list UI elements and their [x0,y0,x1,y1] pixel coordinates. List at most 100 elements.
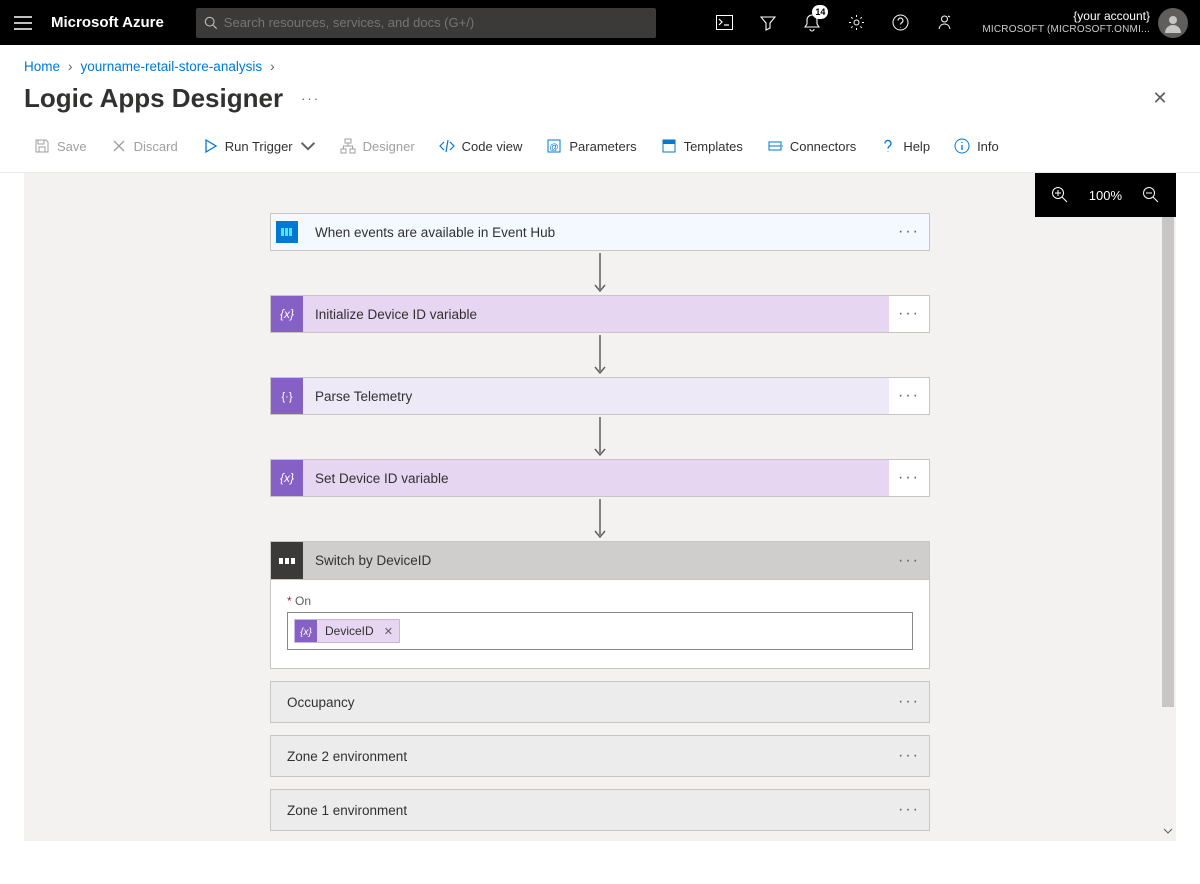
switch-header[interactable]: Switch by DeviceID [271,542,929,580]
variable-token[interactable]: {x} DeviceID ✕ [294,619,400,643]
on-input[interactable]: {x} DeviceID ✕ [287,612,913,650]
case-title: Zone 1 environment [271,803,889,818]
case-occupancy[interactable]: Occupancy [270,681,930,723]
token-remove-button[interactable]: ✕ [382,625,399,638]
switch-icon [271,542,303,579]
step-title: Switch by DeviceID [303,542,889,579]
step-more-button[interactable] [889,693,929,711]
svg-text:@: @ [550,142,559,152]
connector-arrow [270,415,930,459]
zoom-in-button[interactable] [1051,186,1069,204]
settings-icon[interactable] [834,0,878,45]
case-zone1[interactable]: Zone 1 environment [270,789,930,831]
help-icon[interactable] [878,0,922,45]
info-button[interactable]: Info [944,132,1009,160]
zoom-out-button[interactable] [1142,186,1160,204]
connectors-button[interactable]: Connectors [757,132,866,160]
code-view-button[interactable]: Code view [429,132,533,160]
top-icons: 14 {your account} MICROSOFT (MICROSOFT.O… [702,0,1200,45]
vertical-scrollbar[interactable] [1159,217,1176,841]
step-more-button[interactable] [889,542,929,579]
switch-body: * On {x} DeviceID ✕ [271,580,929,668]
breadcrumb-home[interactable]: Home [24,59,60,74]
step-more-button[interactable] [889,214,929,250]
connector-arrow [270,497,930,541]
connectors-icon [767,138,783,154]
help-icon [880,138,896,154]
step-title: Initialize Device ID variable [303,296,889,332]
step-more-button[interactable] [889,378,929,414]
case-zone2[interactable]: Zone 2 environment [270,735,930,777]
parse-telemetry-step[interactable]: {·} Parse Telemetry [270,377,930,415]
svg-text:{x}: {x} [280,307,294,321]
scroll-down-icon[interactable] [1159,822,1176,839]
run-trigger-button[interactable]: Run Trigger [192,132,326,160]
step-more-button[interactable] [889,747,929,765]
info-icon [954,138,970,154]
save-icon [34,138,50,154]
directory-filter-icon[interactable] [746,0,790,45]
play-icon [202,138,218,154]
on-label: * On [287,594,913,608]
templates-button[interactable]: Templates [651,132,753,160]
help-button[interactable]: Help [870,132,940,160]
zoom-control: 100% [1035,173,1176,217]
search-box[interactable] [196,8,656,38]
avatar[interactable] [1158,8,1188,38]
parameters-button[interactable]: @ Parameters [536,132,646,160]
variable-icon: {x} [271,296,303,332]
designer-button: Designer [330,132,425,160]
account-org: MICROSOFT (MICROSOFT.ONMI... [982,24,1150,36]
trigger-step[interactable]: When events are available in Event Hub [270,213,930,251]
data-operation-icon: {·} [271,378,303,414]
code-icon [439,138,455,154]
parameters-icon: @ [546,138,562,154]
step-title: When events are available in Event Hub [303,214,889,250]
connector-arrow [270,251,930,295]
variable-icon: {x} [271,460,303,496]
title-row: Logic Apps Designer ··· ✕ [0,80,1200,132]
workflow: When events are available in Event Hub {… [270,213,930,831]
account-block[interactable]: {your account} MICROSOFT (MICROSOFT.ONMI… [966,9,1158,35]
notifications-icon[interactable]: 14 [790,0,834,45]
close-button[interactable]: ✕ [1144,82,1176,114]
svg-text:{x}: {x} [280,471,294,485]
hamburger-menu[interactable] [0,0,45,45]
breadcrumb: Home › yourname-retail-store-analysis › [0,45,1200,80]
token-label: DeviceID [317,624,382,638]
discard-icon [111,138,127,154]
search-wrap [196,8,656,38]
top-bar: Microsoft Azure 14 {your account} MICROS… [0,0,1200,45]
designer-icon [340,138,356,154]
chevron-right-icon: › [270,59,275,74]
set-variable-step[interactable]: {x} Set Device ID variable [270,459,930,497]
brand-label: Microsoft Azure [45,14,182,31]
case-title: Zone 2 environment [271,749,889,764]
event-hub-icon [271,214,303,250]
account-name: {your account} [982,9,1150,23]
page-title: Logic Apps Designer [24,83,283,114]
search-icon [204,16,218,30]
variable-icon: {x} [295,620,317,642]
search-input[interactable] [218,15,648,30]
svg-text:{x}: {x} [300,627,312,637]
step-title: Parse Telemetry [303,378,889,414]
step-more-button[interactable] [889,296,929,332]
templates-icon [661,138,677,154]
chevron-right-icon: › [68,59,73,74]
breadcrumb-resource[interactable]: yourname-retail-store-analysis [81,59,263,74]
zoom-level: 100% [1089,188,1122,203]
command-bar: Save Discard Run Trigger Designer Code v… [0,132,1200,173]
step-more-button[interactable] [889,460,929,496]
scrollbar-thumb[interactable] [1162,217,1174,707]
feedback-icon[interactable] [922,0,966,45]
notification-badge: 14 [812,5,828,19]
cloud-shell-icon[interactable] [702,0,746,45]
step-title: Set Device ID variable [303,460,889,496]
svg-text:{·}: {·} [281,391,292,403]
init-variable-step[interactable]: {x} Initialize Device ID variable [270,295,930,333]
discard-button: Discard [101,132,188,160]
step-more-button[interactable] [889,801,929,819]
title-more-button[interactable]: ··· [301,91,320,106]
designer-canvas[interactable]: 100% When events are available in Event … [24,173,1176,841]
